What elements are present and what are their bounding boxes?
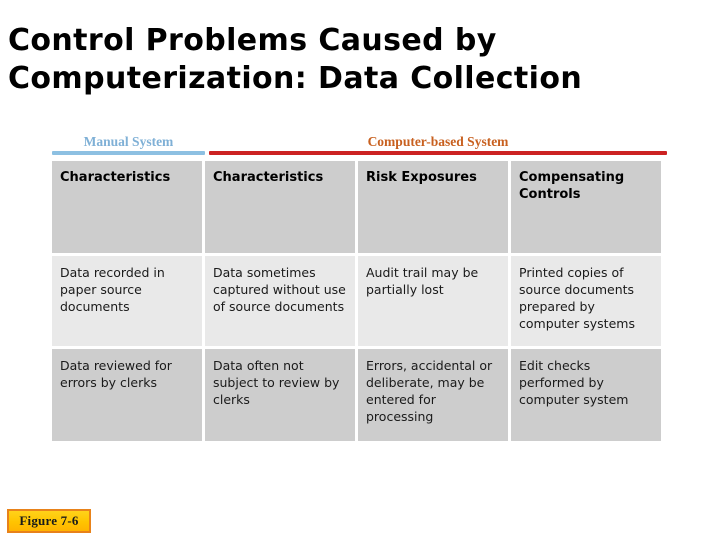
section-group-computer-based-system: Computer-based System <box>209 134 667 158</box>
table-cell-r1-c3: Audit trail may be partially lost <box>358 256 508 346</box>
figure-badge: Figure 7-6 <box>7 509 91 533</box>
table-header-cell-risk-exposures: Risk Exposures <box>358 161 508 253</box>
table-row: Data recorded in paper source documents … <box>52 256 667 346</box>
comparison-table: Characteristics Characteristics Risk Exp… <box>52 161 667 441</box>
table-row: Data reviewed for errors by clerks Data … <box>52 349 667 441</box>
table-header-cell-compensating-controls: Compensating Controls <box>511 161 661 253</box>
table-cell-r1-c4: Printed copies of source documents prepa… <box>511 256 661 346</box>
page-title-line-1: Control Problems Caused by <box>8 23 497 58</box>
section-rule-manual-system <box>52 151 205 155</box>
table-header-cell-computer-characteristics: Characteristics <box>205 161 355 253</box>
section-group-manual-system: Manual System <box>52 134 205 158</box>
section-label-manual-system: Manual System <box>83 134 174 149</box>
page-title-line-2: Computerization: Data Collection <box>8 61 583 96</box>
section-label-computer-based-system: Computer-based System <box>367 134 509 149</box>
table-cell-r1-c1: Data recorded in paper source documents <box>52 256 202 346</box>
figure-badge-label: Figure 7-6 <box>19 513 79 528</box>
table-cell-r2-c3: Errors, accidental or deliberate, may be… <box>358 349 508 441</box>
section-rule-computer-based-system <box>209 151 667 155</box>
page-title: Control Problems Caused by Computerizati… <box>8 22 708 98</box>
section-header-band: Manual System Computer-based System <box>52 134 667 158</box>
table-header-row: Characteristics Characteristics Risk Exp… <box>52 161 667 253</box>
table-header-cell-manual-characteristics: Characteristics <box>52 161 202 253</box>
table-cell-r2-c4: Edit checks performed by computer system <box>511 349 661 441</box>
table-cell-r1-c2: Data sometimes captured without use of s… <box>205 256 355 346</box>
table-cell-r2-c2: Data often not subject to review by cler… <box>205 349 355 441</box>
table-cell-r2-c1: Data reviewed for errors by clerks <box>52 349 202 441</box>
